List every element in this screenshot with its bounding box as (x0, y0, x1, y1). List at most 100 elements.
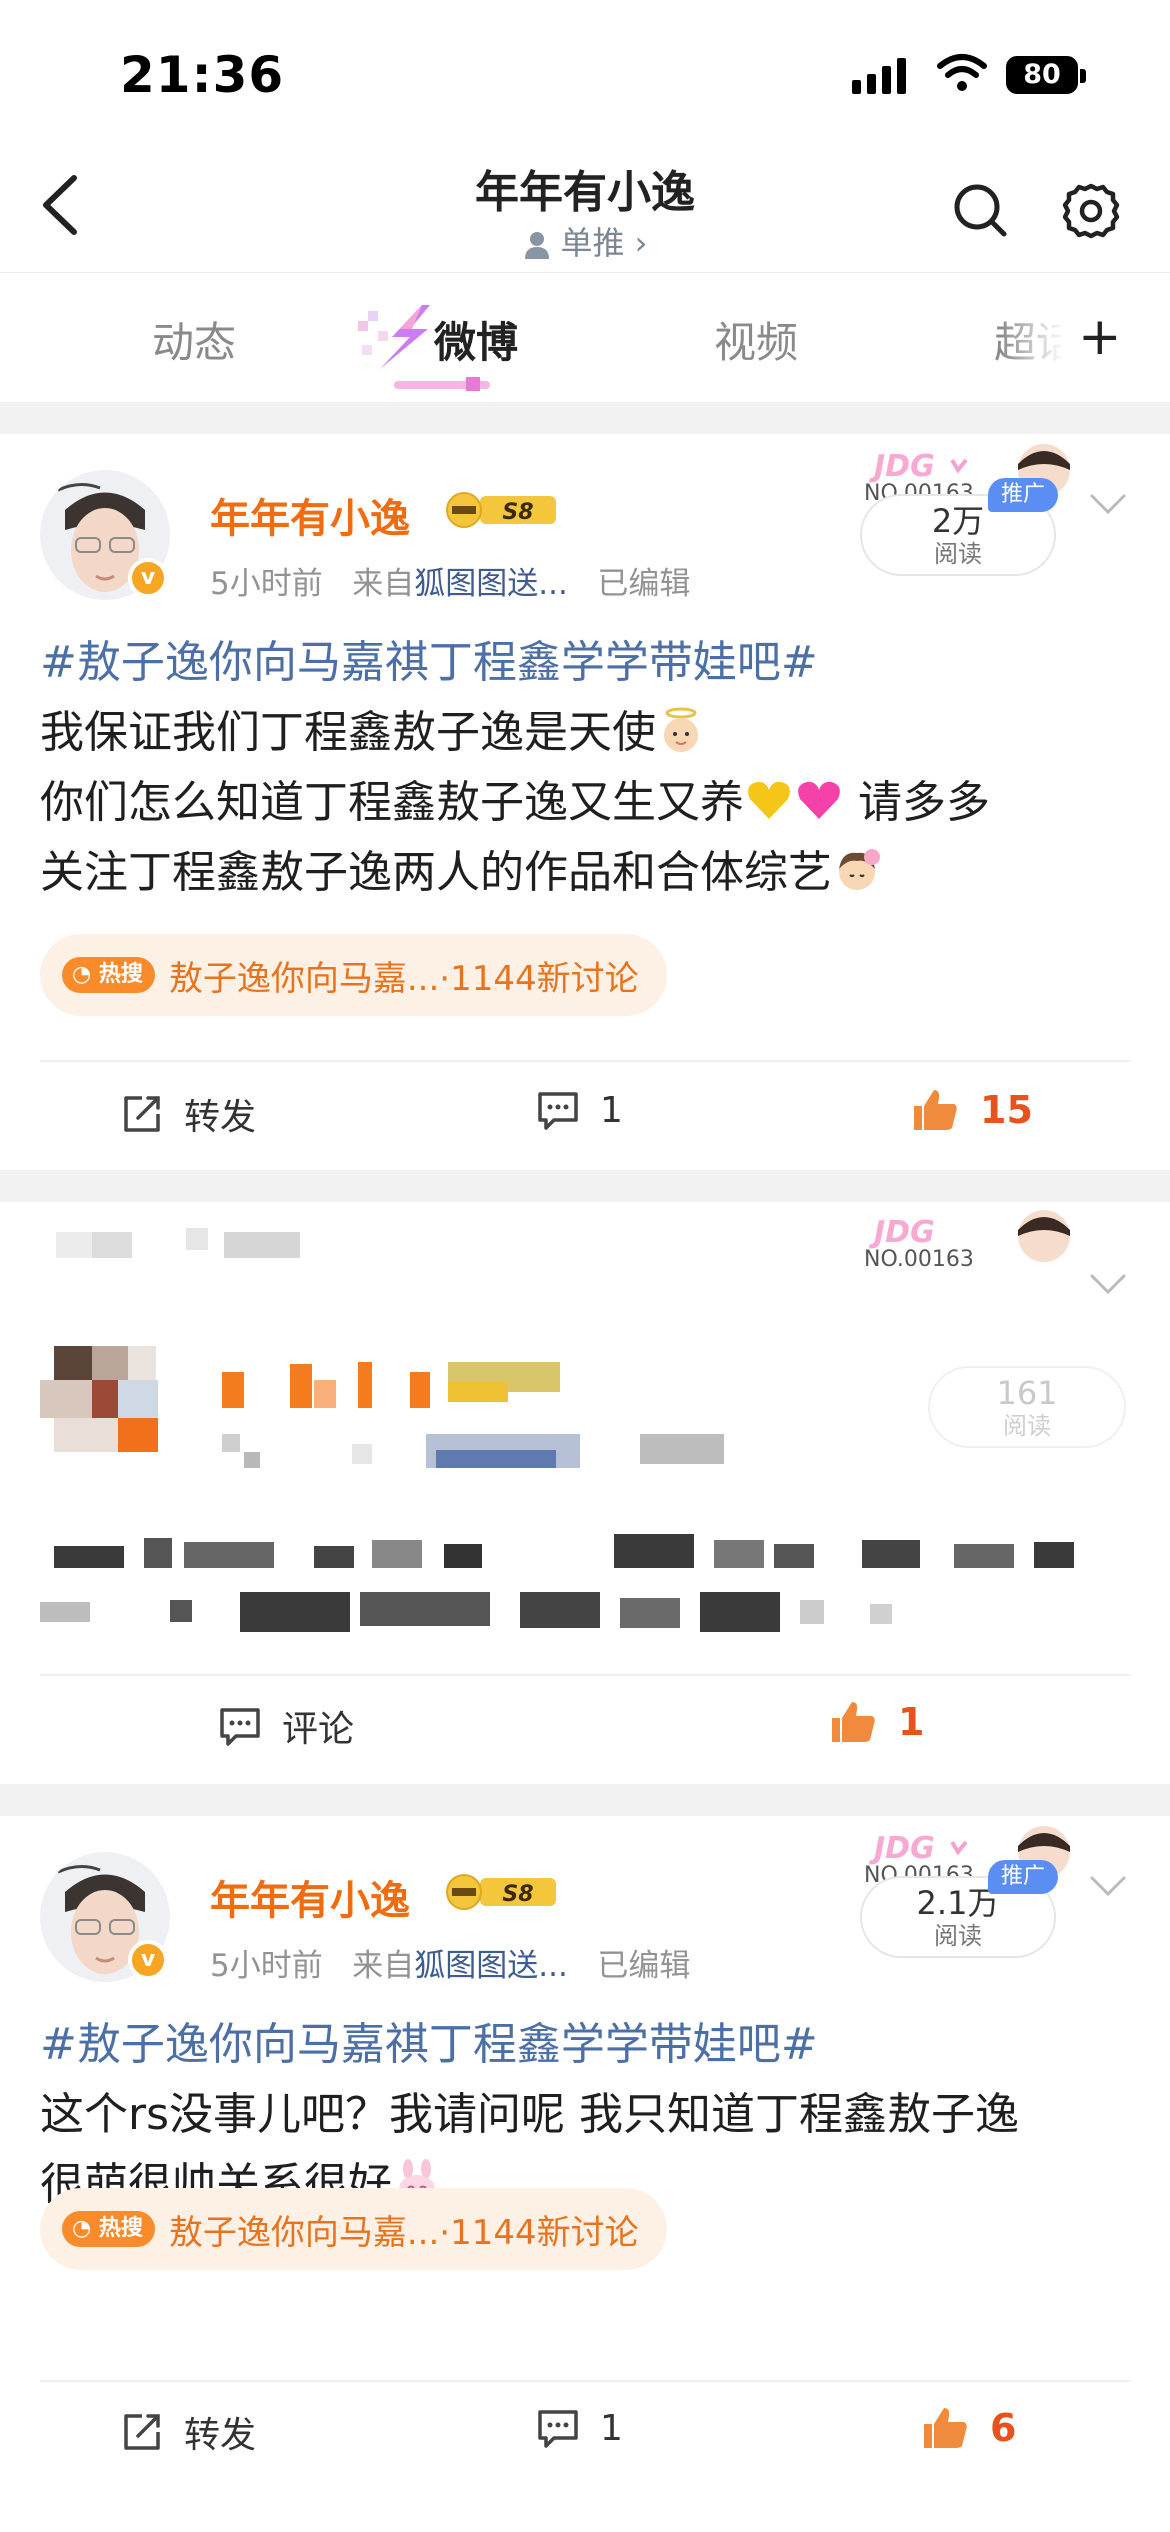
fan-card-badge: JDG NO.00163 (864, 1210, 1070, 1272)
post-line: 你们怎么知道丁程鑫敖子逸又生又养 (40, 777, 744, 828)
mosaic-block (448, 1382, 508, 1402)
post-source[interactable]: 狐图图送... (414, 566, 568, 602)
mosaic-block (92, 1232, 132, 1258)
comment-button[interactable]: 1 (536, 2406, 623, 2450)
section-separator (0, 1170, 1170, 1202)
post-card[interactable]: v 年年有小逸 S8 5小时前 来自狐图图送... 已编辑 JDG NO.001… (0, 434, 1170, 1170)
profile-header: 年年有小逸 单推 › (0, 140, 1170, 270)
tab-fade (1000, 293, 1080, 373)
verified-badge-icon: v (128, 1940, 168, 1980)
mosaic-block (186, 1228, 208, 1250)
like-button[interactable]: 6 (920, 2404, 1016, 2452)
comment-button[interactable]: 1 (536, 1088, 623, 1132)
comment-icon (538, 2410, 578, 2448)
mosaic-block (410, 1372, 430, 1408)
repost-icon (124, 2414, 160, 2450)
hot-search-text: 敖子逸你向马嘉...·1144新讨论 (168, 958, 639, 999)
read-count[interactable]: 161 阅读 (928, 1366, 1126, 1448)
section-separator (0, 1784, 1170, 1816)
post-line: 请多多 (858, 777, 990, 828)
wifi-icon (937, 54, 987, 91)
from-prefix: 来自 (352, 1948, 415, 1984)
repost-label: 转发 (184, 1097, 257, 1138)
section-separator (0, 402, 1170, 434)
mosaic-block (224, 1232, 300, 1258)
mosaic-block (352, 1444, 372, 1464)
mosaic-text-line (40, 1592, 1070, 1636)
status-bar: 21:36 80 (0, 0, 1170, 140)
profile-tabs: 动态 微博 视频 超话 + (0, 272, 1170, 402)
comment-count: 1 (600, 1089, 623, 1131)
battery-icon: 80 (1006, 56, 1086, 94)
read-label: 阅读 (934, 540, 982, 568)
read-label: 阅读 (934, 1922, 982, 1950)
cellular-signal-icon (852, 58, 906, 94)
comment-label: 评论 (282, 1709, 355, 1750)
author-name[interactable]: 年年有小逸 (210, 1868, 410, 1926)
pink-heart-icon (798, 781, 840, 819)
like-count: 1 (898, 1700, 925, 1744)
post-time: 5小时前 (210, 566, 323, 602)
post-body: #敖子逸你向马嘉祺丁程鑫学学带娃吧# 我保证我们丁程鑫敖子逸是天使 你们怎么知道… (40, 628, 1140, 908)
comment-count: 1 (600, 2407, 623, 2449)
active-tab-indicator (394, 377, 490, 391)
thumbs-up-icon (924, 2408, 967, 2448)
read-label: 阅读 (1003, 1412, 1051, 1440)
post-card-blurred[interactable]: JDG NO.00163 161 阅读 评论 1 (0, 1202, 1170, 1784)
hot-search-text: 敖子逸你向马嘉...·1144新讨论 (168, 2212, 639, 2253)
promote-badge[interactable]: 推广 (988, 1860, 1058, 1894)
thumbs-up-icon (832, 1702, 875, 1742)
comment-button[interactable]: 评论 (218, 1700, 354, 1752)
thumbs-up-icon (914, 1090, 957, 1130)
chevron-down-icon[interactable] (1088, 1272, 1128, 1296)
hot-search-chip[interactable]: ◔ 热搜 敖子逸你向马嘉...·1144新讨论 (40, 934, 667, 1016)
badge-number: NO.00163 (864, 1247, 974, 1272)
subtitle-label: 单推 › (560, 224, 648, 262)
post-time: 5小时前 (210, 1948, 323, 1984)
post-source[interactable]: 狐图图送... (414, 1948, 568, 1984)
hot-search-chip[interactable]: ◔ 热搜 敖子逸你向马嘉...·1144新讨论 (40, 2188, 667, 2270)
topic-link[interactable]: #敖子逸你向马嘉祺丁程鑫学学带娃吧# (40, 637, 818, 688)
mosaic-block (640, 1434, 724, 1464)
post-card[interactable]: v 年年有小逸 S8 5小时前 来自狐图图送... 已编辑 JDG NO.001… (0, 1816, 1170, 2532)
topic-link[interactable]: #敖子逸你向马嘉祺丁程鑫学学带娃吧# (40, 2019, 818, 2070)
divider (40, 1674, 1130, 1676)
post-line: 这个rs没事儿吧？我请问呢 我只知道丁程鑫敖子逸 (40, 2089, 1019, 2140)
status-time: 21:36 (120, 46, 285, 104)
read-number: 161 (996, 1374, 1058, 1412)
edited-label: 已编辑 (597, 1948, 691, 1984)
tab-weibo[interactable]: 微博 (434, 309, 518, 370)
search-icon[interactable] (946, 176, 1016, 246)
level-text: S8 (502, 1882, 533, 1907)
mosaic-block (244, 1452, 260, 1468)
author-name[interactable]: 年年有小逸 (210, 486, 410, 544)
repost-button[interactable]: 转发 (120, 1088, 256, 1140)
gear-icon[interactable] (1056, 176, 1126, 246)
level-text: S8 (502, 500, 533, 525)
like-button[interactable]: 15 (910, 1086, 1033, 1134)
face-emoji-icon (839, 849, 880, 890)
hot-search-tag: ◔ 热搜 (62, 957, 155, 993)
mosaic-block (222, 1434, 240, 1452)
repost-label: 转发 (184, 2415, 257, 2456)
svg-text:JDG: JDG (869, 1215, 935, 1250)
repost-button[interactable]: 转发 (120, 2406, 256, 2458)
edited-label: 已编辑 (597, 566, 691, 602)
promote-badge[interactable]: 推广 (988, 478, 1058, 512)
hot-search-tag: ◔ 热搜 (62, 2211, 155, 2247)
like-button[interactable]: 1 (828, 1698, 924, 1746)
mosaic-block (358, 1362, 372, 1408)
divider (40, 1060, 1130, 1062)
add-tab-icon[interactable]: + (1078, 307, 1122, 367)
like-count: 15 (980, 1088, 1033, 1132)
chevron-down-icon[interactable] (1088, 492, 1128, 516)
svg-text:JDG: JDG (869, 449, 935, 484)
mosaic-block (314, 1380, 336, 1408)
like-count: 6 (990, 2406, 1017, 2450)
from-prefix: 来自 (352, 566, 415, 602)
tab-videos[interactable]: 视频 (714, 309, 798, 370)
post-line: 我保证我们丁程鑫敖子逸是天使 (40, 707, 656, 758)
chevron-down-icon[interactable] (1088, 1874, 1128, 1898)
comment-icon (538, 1092, 578, 1130)
tab-dynamics[interactable]: 动态 (152, 309, 236, 370)
